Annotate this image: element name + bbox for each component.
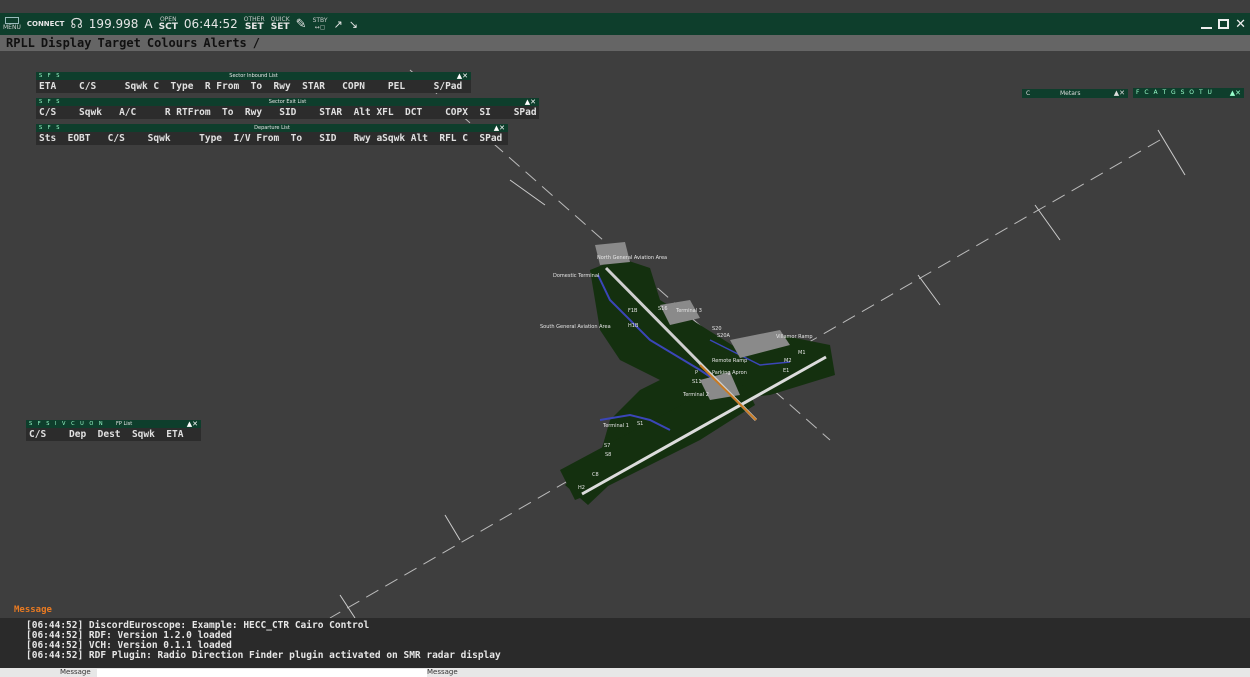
- list-title: FP List: [116, 421, 133, 427]
- close-icon[interactable]: ✕: [1235, 17, 1246, 32]
- list-title: Sector Inbound List: [229, 73, 278, 79]
- list-controls-icon[interactable]: ▲✕: [525, 98, 536, 106]
- right-flags-controls-icon[interactable]: ▲✕: [1230, 88, 1241, 98]
- right-flags-window[interactable]: F C A T G S O T U ▲✕: [1133, 88, 1244, 98]
- open-sct-button[interactable]: OPEN SCT: [156, 13, 181, 35]
- map-label-e1: E1: [783, 368, 789, 374]
- message-line: [06:44:52] RDF Plugin: Radio Direction F…: [26, 650, 501, 661]
- map-label-c8: C8: [592, 472, 599, 478]
- list-controls-icon[interactable]: ▲✕: [187, 420, 198, 428]
- headset-icon[interactable]: ☊: [67, 13, 85, 35]
- quick-set-button[interactable]: QUICK SET: [268, 13, 293, 35]
- arrow-right-icon[interactable]: ↘: [346, 13, 361, 35]
- right-flags[interactable]: F C A T G S O T U: [1136, 89, 1213, 96]
- metars-window[interactable]: C Metars ▲✕: [1022, 89, 1128, 98]
- map-label-s8: S8: [605, 452, 611, 458]
- map-label-terminal-1: Terminal 1: [602, 423, 629, 429]
- range-ring-tick: [917, 274, 941, 306]
- menu-button[interactable]: MENU: [0, 13, 24, 35]
- map-label-s20: S20: [712, 326, 722, 332]
- map-label-m1: M1: [798, 350, 806, 356]
- menu-bar: RPLL Display Target Colours Alerts /: [0, 35, 1250, 51]
- terminal-building: [595, 242, 630, 265]
- menu-item-display[interactable]: Display: [41, 36, 92, 50]
- metars-title: Metars: [1060, 90, 1081, 97]
- list-title: Departure List: [254, 125, 290, 131]
- map-label-terminal-2: Terminal 2: [682, 392, 709, 398]
- list-header[interactable]: S F S Departure List ▲✕: [36, 124, 508, 132]
- map-label-domestic-terminal: Domestic Terminal: [553, 273, 599, 279]
- connect-button[interactable]: CONNECT: [24, 13, 68, 35]
- map-label-terminal-3: Terminal 3: [675, 308, 702, 314]
- map-label-h2: H2: [578, 485, 585, 491]
- frequency-display[interactable]: 199.998: [86, 13, 142, 35]
- stby-label: STBY: [312, 17, 328, 24]
- menu-item-colours[interactable]: Colours: [147, 36, 198, 50]
- window-controls: ✕: [1201, 13, 1246, 35]
- map-label-remote-ramp: Remote Ramp: [712, 358, 747, 364]
- menu-icon: [4, 17, 19, 24]
- minimize-icon[interactable]: [1201, 27, 1213, 29]
- list-header[interactable]: S F S Sector Inbound List ▲✕: [36, 72, 471, 80]
- message-input[interactable]: [97, 669, 427, 677]
- other-set-label: SET: [244, 22, 264, 32]
- map-label-s16: S16: [658, 306, 668, 312]
- map-label-s7: S7: [604, 443, 610, 449]
- map-label-parking-apron: Parking Apron: [712, 370, 747, 376]
- map-label-s20a: S20A: [717, 333, 731, 339]
- arrow-up-icon[interactable]: ↗: [331, 13, 346, 35]
- list-columns[interactable]: C/S Sqwk A/C R RTFrom To Rwy SID STAR Al…: [36, 106, 539, 119]
- utc-clock: 06:44:52: [183, 17, 238, 31]
- list-columns[interactable]: Sts EOBT C/S Sqwk Type I/V From To SID R…: [36, 132, 508, 145]
- stby-arrows-icon: ↔▢: [314, 24, 326, 31]
- maximize-icon[interactable]: [1218, 19, 1230, 29]
- list-header[interactable]: S F S Sector Exit List ▲✕: [36, 98, 539, 106]
- menu-item-alerts[interactable]: Alerts: [203, 36, 246, 50]
- menu-label: MENU: [3, 24, 21, 31]
- top-toolbar: MENU CONNECT ☊ 199.998 A OPEN SCT 06:44:…: [0, 13, 1250, 35]
- list-header[interactable]: S F S I V C U O N FP List ▲✕: [26, 420, 201, 428]
- atis-letter[interactable]: A: [141, 13, 155, 35]
- list-flags[interactable]: S F S I V C U O N: [29, 420, 105, 428]
- message-input-label-right: Message: [427, 668, 458, 676]
- map-label-s1: S1: [637, 421, 643, 427]
- fp-list[interactable]: S F S I V C U O N FP List ▲✕ C/S Dep Des…: [26, 420, 201, 441]
- map-label-north-ga: North General Aviation Area: [597, 255, 667, 261]
- pen-icon[interactable]: ✎: [293, 13, 310, 35]
- list-title: Sector Exit List: [268, 99, 307, 105]
- stby-button[interactable]: STBY ↔▢: [310, 13, 331, 35]
- range-ring-tick: [339, 594, 356, 619]
- map-label-s11: S11: [692, 379, 702, 385]
- menu-item-slash[interactable]: /: [253, 36, 260, 50]
- sector-inbound-list[interactable]: S F S Sector Inbound List ▲✕ ETA C/S Sqw…: [36, 72, 471, 93]
- departure-list[interactable]: S F S Departure List ▲✕ Sts EOBT C/S Sqw…: [36, 124, 508, 145]
- list-columns[interactable]: C/S Dep Dest Sqwk ETA: [26, 428, 201, 441]
- menu-item-airport[interactable]: RPLL: [6, 36, 35, 50]
- map-label-h1b: H1B: [628, 323, 639, 329]
- range-ring-tick: [444, 514, 461, 541]
- metars-flag[interactable]: C: [1026, 89, 1030, 98]
- list-controls-icon[interactable]: ▲✕: [457, 72, 468, 80]
- sector-exit-list[interactable]: S F S Sector Exit List ▲✕ C/S Sqwk A/C R…: [36, 98, 539, 119]
- map-label-m2: M2: [784, 358, 792, 364]
- map-label-villamor-ramp: Villamor Ramp: [776, 334, 813, 340]
- metars-controls-icon[interactable]: ▲✕: [1114, 89, 1125, 98]
- quick-set-label: SET: [270, 22, 290, 32]
- map-label-f1b: F1B: [628, 308, 638, 314]
- sct-label: SCT: [158, 22, 178, 32]
- message-title: Message: [14, 605, 52, 615]
- other-set-button[interactable]: OTHER SET: [241, 13, 268, 35]
- list-controls-icon[interactable]: ▲✕: [494, 124, 505, 132]
- range-ring-tick: [1034, 204, 1061, 241]
- map-label-south-ga: South General Aviation Area: [540, 324, 611, 330]
- range-ring-tick: [509, 179, 546, 206]
- message-log[interactable]: [06:44:52] DiscordEuroscope: Example: HE…: [26, 621, 501, 661]
- menu-item-target[interactable]: Target: [97, 36, 140, 50]
- list-columns[interactable]: ETA C/S Sqwk C Type R From To Rwy STAR C…: [36, 80, 471, 93]
- message-input-label: Message: [60, 668, 91, 676]
- map-label-p: P: [695, 370, 698, 376]
- range-ring-tick: [1157, 129, 1186, 176]
